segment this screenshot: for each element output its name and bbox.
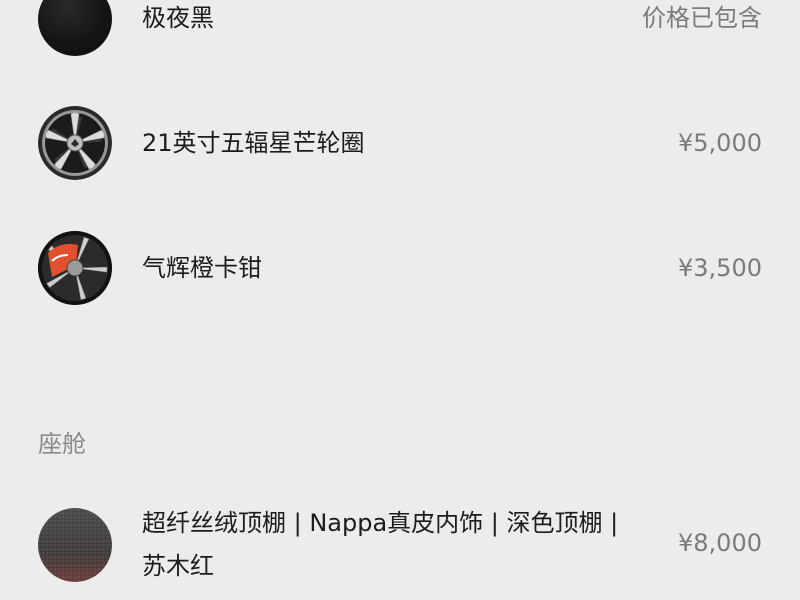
option-label-caliper: 气辉橙卡钳: [142, 254, 262, 282]
option-row-paint[interactable]: 极夜黑 价格已包含: [0, 0, 800, 60]
option-price-paint: 价格已包含: [642, 4, 762, 32]
option-price-interior: ¥8,000: [678, 529, 762, 557]
option-label-interior-line2: 苏木红: [142, 552, 214, 580]
option-label-interior: 超纤丝绒顶棚 | Nappa真皮内饰 | 深色顶棚 | 苏木红: [142, 502, 618, 588]
option-price-wheel: ¥5,000: [678, 129, 762, 157]
option-row-wheel[interactable]: 21英寸五辐星芒轮圈 ¥5,000: [0, 100, 800, 190]
option-price-caliper: ¥3,500: [678, 254, 762, 282]
paint-swatch-icon: [38, 0, 112, 56]
option-label-paint: 极夜黑: [142, 4, 214, 32]
option-label-interior-line1: 超纤丝绒顶棚 | Nappa真皮内饰 | 深色顶棚 |: [142, 509, 619, 537]
wheel-thumbnail-icon: [38, 106, 112, 180]
interior-swatch-icon: [38, 508, 112, 582]
orange-caliper-icon: [38, 231, 112, 305]
option-row-interior[interactable]: 超纤丝绒顶棚 | Nappa真皮内饰 | 深色顶棚 | 苏木红 ¥8,000: [0, 500, 800, 600]
option-row-caliper[interactable]: 气辉橙卡钳 ¥3,500: [0, 225, 800, 315]
section-title-cabin: 座舱: [38, 430, 86, 458]
option-summary-page: 极夜黑 价格已包含 21英寸五辐星芒轮圈 ¥5,000 气辉橙卡钳 ¥3,500…: [0, 0, 800, 600]
option-label-wheel: 21英寸五辐星芒轮圈: [142, 129, 365, 157]
